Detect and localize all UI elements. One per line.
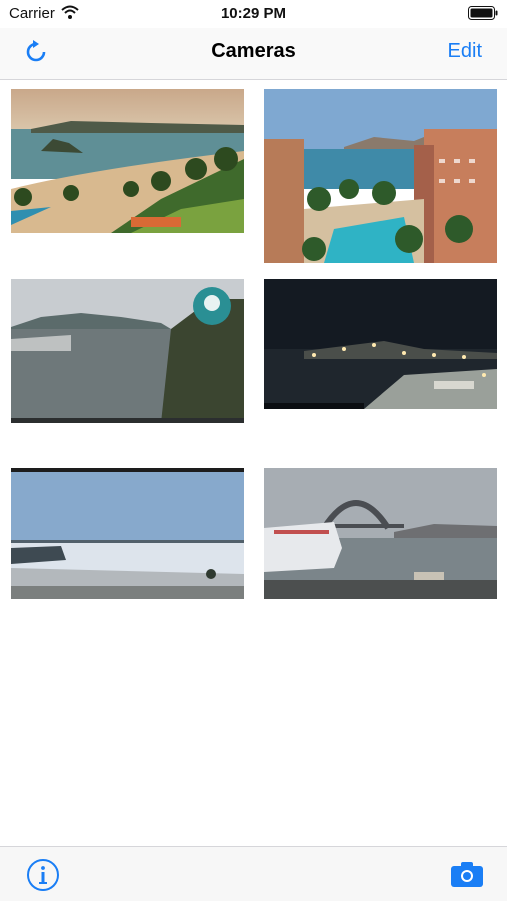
- camera-image: [264, 279, 497, 409]
- status-bar: Carrier 10:29 PM: [0, 0, 507, 28]
- camera-thumbnail-4[interactable]: [264, 279, 497, 409]
- edit-button[interactable]: Edit: [448, 40, 482, 63]
- bottom-toolbar: [0, 846, 507, 901]
- camera-thumbnail-6[interactable]: [264, 468, 497, 599]
- camera-image: [11, 468, 244, 599]
- camera-image: [264, 89, 497, 263]
- battery-icon: [468, 6, 498, 25]
- camera-thumbnail-3[interactable]: [11, 279, 244, 423]
- navigation-bar: Cameras Edit: [0, 28, 507, 80]
- camera-thumbnail-2[interactable]: [264, 89, 497, 263]
- camera-image: [11, 279, 244, 423]
- info-icon[interactable]: [26, 858, 60, 897]
- camera-thumbnail-1[interactable]: [11, 89, 244, 233]
- camera-image: [11, 89, 244, 233]
- camera-thumbnail-5[interactable]: [11, 468, 244, 599]
- camera-image: [264, 468, 497, 599]
- camera-icon[interactable]: [451, 861, 483, 892]
- status-time: 10:29 PM: [220, 5, 287, 22]
- page-title: Cameras: [211, 40, 296, 62]
